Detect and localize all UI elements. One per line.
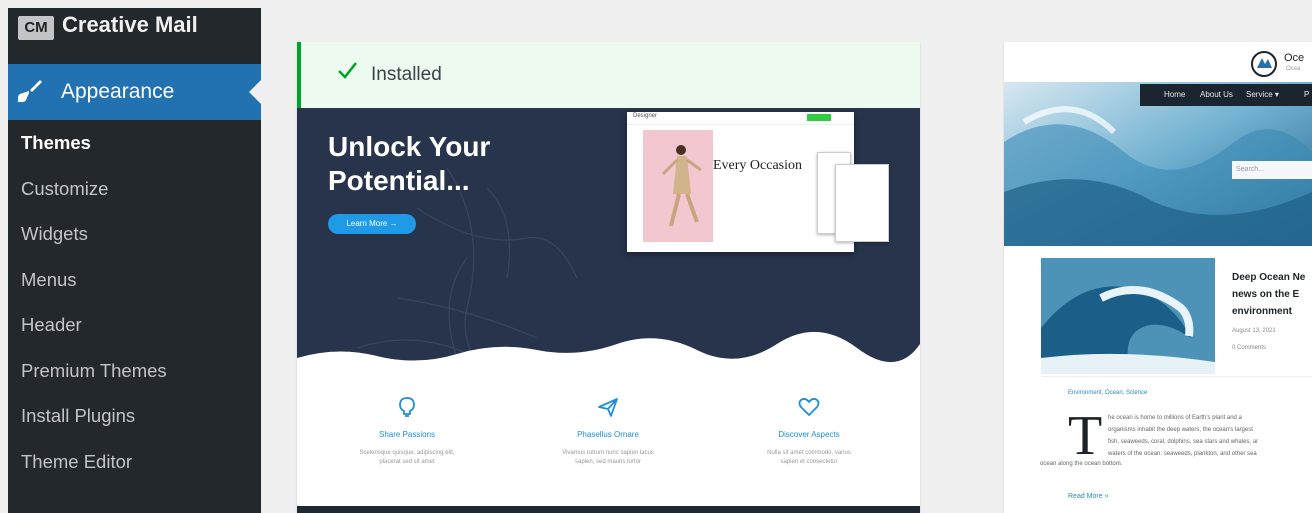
article-categories: Environment, Ocean, Science (1068, 390, 1148, 396)
feature-phasellus-ornare: Phasellus Ornare Vivamus rutrum nunc sap… (518, 396, 698, 467)
article-title-line3: environment (1232, 306, 1293, 317)
submenu-item-themes[interactable]: Themes (8, 128, 261, 174)
feature-share-passions: Share Passions Scelerisque quisque, adip… (317, 396, 497, 467)
nav-item-about: About Us (1200, 90, 1233, 99)
ocean-brand-tagline: Ocea (1286, 66, 1301, 72)
active-menu-notch (249, 80, 261, 104)
dancer-figure (661, 145, 702, 227)
article-divider (1041, 376, 1312, 377)
ocean-logo-icon (1251, 51, 1277, 77)
feature-description: Vivamus rutrum nunc sapien lacus sapien,… (562, 450, 654, 465)
heart-icon (798, 397, 820, 417)
ocean-brand-name: Oce (1284, 52, 1305, 64)
article-thumbnail (1041, 258, 1215, 374)
installed-label: Installed (371, 64, 442, 85)
paintbrush-icon (18, 80, 42, 102)
submenu-item-menus[interactable]: Menus (8, 265, 261, 311)
admin-sidebar: CM Creative Mail Appearance Themes Custo… (8, 8, 261, 513)
creative-mail-logo-icon: CM (18, 16, 54, 40)
mockup-navbar: Designer (627, 112, 854, 125)
article-read-more: Read More » (1068, 493, 1109, 500)
article-excerpt-last: ocean along the ocean bottom. (1040, 461, 1123, 467)
screen: CM Creative Mail Appearance Themes Custo… (0, 0, 1312, 513)
checkmark-icon (338, 62, 357, 79)
mockup-form-panel-front (835, 164, 889, 242)
submenu-item-premium-themes[interactable]: Premium Themes (8, 356, 261, 402)
theme-card-installed[interactable]: Installed Unlock Your Potential... Learn… (297, 42, 920, 513)
submenu-item-customize[interactable]: Customize (8, 174, 261, 220)
hero-headline: Unlock Your Potential... (328, 130, 490, 198)
submenu-item-theme-editor[interactable]: Theme Editor (8, 447, 261, 493)
ocean-navbar: Home About Us Service ▾ P (1140, 84, 1312, 106)
theme-card-ocean[interactable]: Oce Ocea Home About Us Service ▾ P Searc… (1004, 42, 1312, 513)
feature-title: Phasellus Ornare (577, 430, 639, 439)
article-excerpt-line: waters of the ocean: seaweeds, plankton,… (1108, 451, 1257, 457)
feature-title: Discover Aspects (778, 430, 840, 439)
feature-title: Share Passions (378, 430, 436, 439)
wave-thumbnail-image (1041, 258, 1215, 374)
submenu-item-install-plugins[interactable]: Install Plugins (8, 401, 261, 447)
feature-discover-aspects: Discover Aspects Nulla sit amet commodo,… (719, 396, 899, 467)
ocean-hero-image: Home About Us Service ▾ P Search... (1004, 82, 1312, 246)
paper-plane-icon (598, 398, 618, 417)
appearance-menu-item[interactable]: Appearance (8, 64, 261, 120)
article-excerpt-line: organisms inhabit the deep waters, the o… (1108, 427, 1253, 433)
article-title-line2: news on the E (1232, 289, 1300, 300)
feature-description: Scelerisque quisque, adipiscing elit, pl… (359, 450, 455, 465)
theme-screenshot-hero: Unlock Your Potential... Learn More → De… (297, 108, 920, 398)
creative-mail-label: Creative Mail (62, 12, 198, 37)
hero-preview-mockup: Designer Every Occasion (627, 112, 889, 252)
nav-item-home: Home (1164, 90, 1186, 99)
installed-notice: Installed (297, 42, 920, 108)
lightbulb-icon (399, 397, 415, 417)
hero-headline-line1: Unlock Your (328, 131, 491, 162)
mockup-caption: Every Occasion (713, 158, 803, 173)
ocean-search-field: Search... (1232, 161, 1312, 179)
mockup-photo (643, 130, 713, 242)
article-excerpt: he ocean is home to millions of Earth's … (1108, 412, 1312, 460)
nav-item-service: Service ▾ (1246, 90, 1279, 99)
article-title-line1: Deep Ocean Ne (1232, 272, 1306, 283)
article-excerpt-line: he ocean is home to millions of Earth's … (1108, 415, 1242, 421)
article-excerpt-line: fish, seaweeds, coral, dolphins, sea sta… (1108, 439, 1259, 445)
submenu-item-header[interactable]: Header (8, 310, 261, 356)
appearance-submenu: Themes Customize Widgets Menus Header Pr… (8, 128, 261, 492)
article-comments: 0 Comments (1232, 345, 1267, 351)
article-dropcap: T (1068, 405, 1103, 467)
feature-description: Nulla sit amet commodo, varius sapien et… (767, 450, 851, 465)
article-date: August 13, 2021 (1232, 328, 1276, 334)
mockup-brand: Designer (633, 113, 658, 119)
creative-mail-menu-item[interactable]: CM Creative Mail (8, 8, 261, 64)
submenu-item-widgets[interactable]: Widgets (8, 219, 261, 265)
nav-item-partial: P (1304, 90, 1310, 99)
hero-cta-button: Learn More → (328, 214, 416, 234)
hero-headline-line2: Potential... (328, 165, 470, 196)
mockup-nav-button (807, 114, 831, 121)
appearance-label: Appearance (61, 80, 175, 103)
theme-card-footer-bar (297, 506, 920, 513)
article-title: Deep Ocean Ne news on the E environment (1232, 269, 1305, 320)
